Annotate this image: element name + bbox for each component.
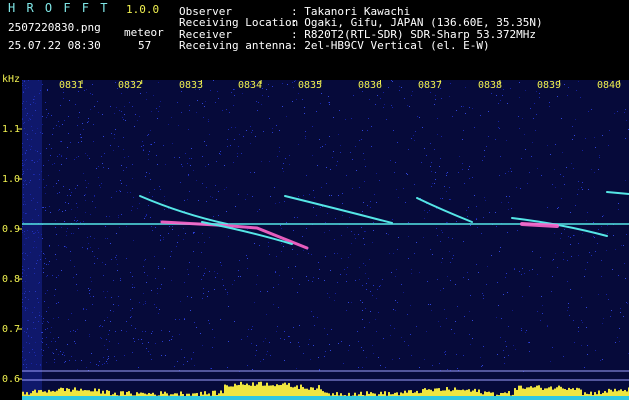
meteor-label: meteor <box>124 26 164 39</box>
app-version: 1.0.0 <box>126 3 160 16</box>
file-timestamp: 25.07.22 08:30 <box>8 39 101 52</box>
meteor-count: 57 <box>138 39 152 52</box>
axis-ticks <box>18 80 620 380</box>
app-title: H R O F F T <box>8 1 110 15</box>
info-value-antenna: : 2el-HB9CV Vertical (el. E-W) <box>291 39 490 52</box>
file-name: 2507220830.png <box>8 21 101 34</box>
hroft-spectrogram-window: H R O F F T 1.0.0 2507220830.png 25.07.2… <box>0 0 629 400</box>
info-label-antenna: Receiving antenna <box>179 39 292 52</box>
